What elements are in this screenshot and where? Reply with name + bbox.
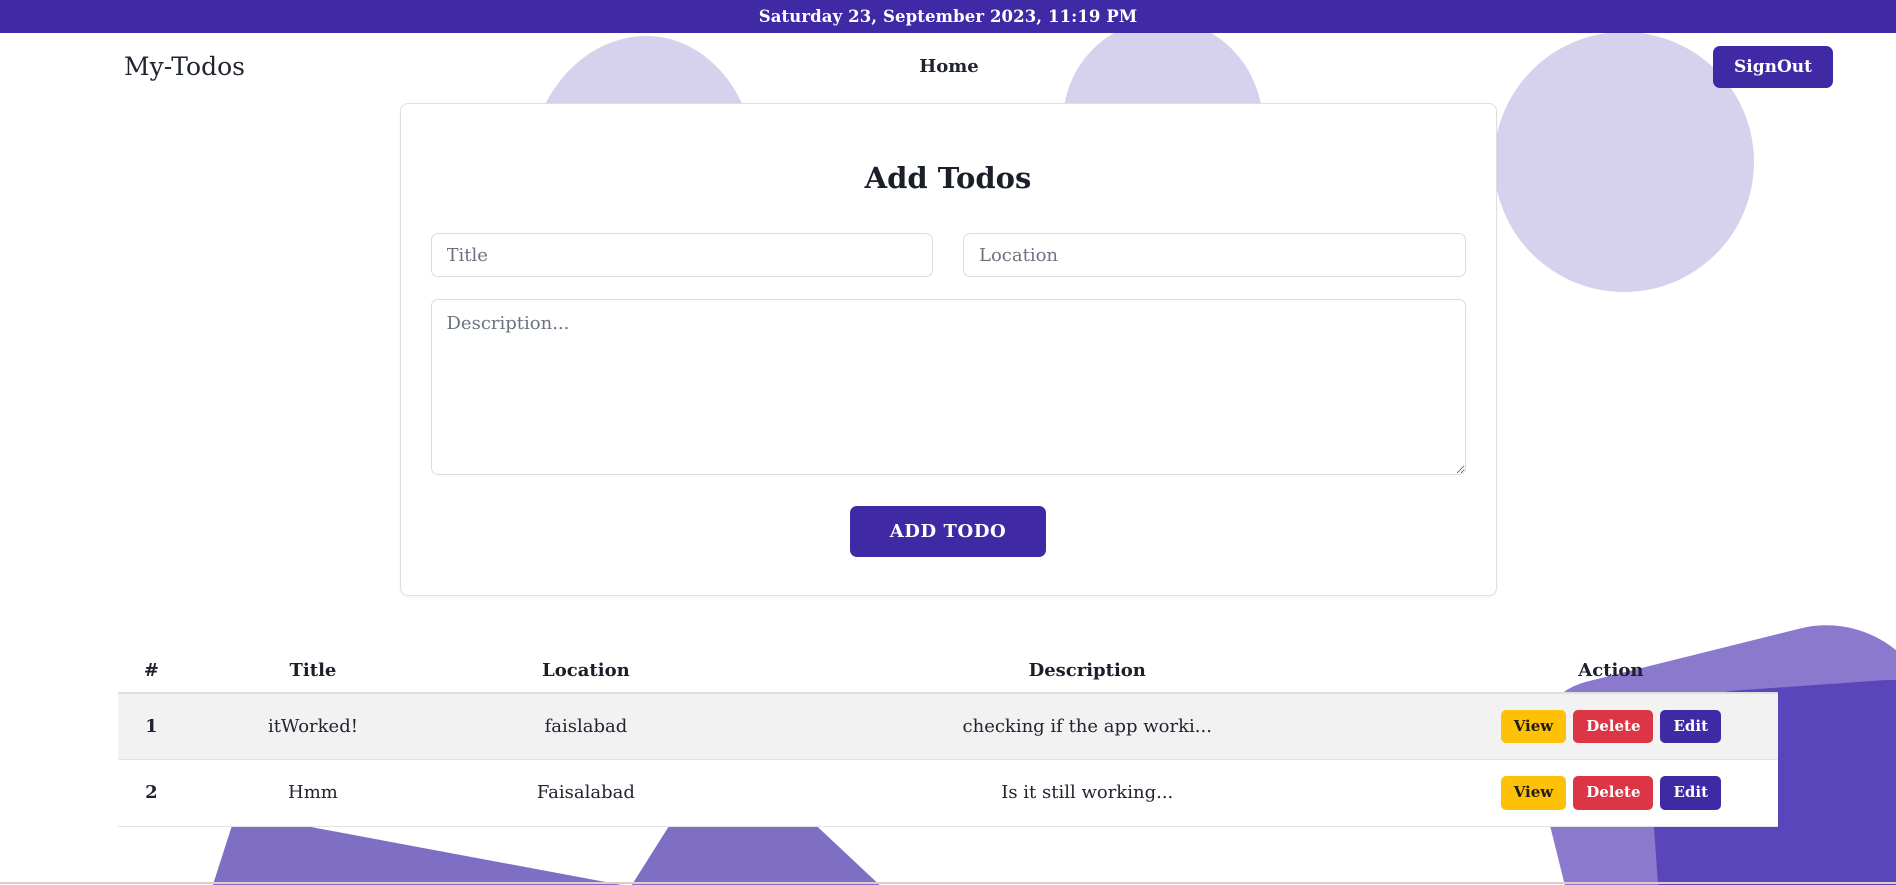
submit-row: ADD TODO xyxy=(417,506,1480,557)
table-row: 1 itWorked! faislabad checking if the ap… xyxy=(118,693,1778,761)
row-actions: View Delete Edit xyxy=(1443,759,1778,827)
row-location: faislabad xyxy=(441,693,731,761)
table-header-row: # Title Location Description Action xyxy=(118,649,1778,694)
current-date-text: Saturday 23, September 2023, 11:19 PM xyxy=(758,7,1138,26)
row-location: Faisalabad xyxy=(441,759,731,827)
input-row xyxy=(417,233,1480,277)
add-todo-card: Add Todos ADD TODO xyxy=(399,103,1497,596)
edit-button[interactable]: Edit xyxy=(1660,776,1722,810)
description-textarea[interactable] xyxy=(430,299,1466,475)
table-header-action: Action xyxy=(1443,649,1778,694)
table-row: 2 Hmm Faisalabad Is it still working... … xyxy=(118,759,1778,827)
view-button[interactable]: View xyxy=(1500,776,1567,810)
delete-button[interactable]: Delete xyxy=(1573,776,1654,810)
table-body: 1 itWorked! faislabad checking if the ap… xyxy=(118,693,1778,827)
todos-table-wrapper: # Title Location Description Action 1 it… xyxy=(118,649,1778,827)
row-title: Hmm xyxy=(184,759,442,827)
edit-button[interactable]: Edit xyxy=(1660,710,1722,744)
row-actions: View Delete Edit xyxy=(1443,693,1778,761)
table-header-location: Location xyxy=(441,649,731,694)
navbar: My-Todos Home SignOut xyxy=(0,33,1896,100)
row-description: Is it still working... xyxy=(730,759,1444,827)
row-index: 1 xyxy=(118,693,185,761)
row-index: 2 xyxy=(118,759,185,827)
row-description: checking if the app worki... xyxy=(730,693,1444,761)
signout-button[interactable]: SignOut xyxy=(1712,45,1833,88)
view-button[interactable]: View xyxy=(1500,710,1567,744)
table-header-title: Title xyxy=(184,649,442,694)
table-head: # Title Location Description Action xyxy=(118,649,1778,694)
description-wrapper xyxy=(417,299,1480,479)
action-button-group: View Delete Edit xyxy=(1450,710,1772,744)
delete-button[interactable]: Delete xyxy=(1573,710,1654,744)
app-root: Saturday 23, September 2023, 11:19 PM My… xyxy=(0,0,1896,885)
add-todo-button[interactable]: ADD TODO xyxy=(849,506,1047,557)
location-input[interactable] xyxy=(963,233,1466,277)
table-header-description: Description xyxy=(730,649,1444,694)
date-bar: Saturday 23, September 2023, 11:19 PM xyxy=(0,0,1896,33)
table-header-index: # xyxy=(118,649,185,694)
title-input[interactable] xyxy=(430,233,933,277)
todos-table: # Title Location Description Action 1 it… xyxy=(118,649,1778,827)
bottom-divider xyxy=(0,882,1896,884)
card-title: Add Todos xyxy=(864,161,1032,195)
row-title: itWorked! xyxy=(184,693,442,761)
nav-link-home[interactable]: Home xyxy=(919,56,979,77)
action-button-group: View Delete Edit xyxy=(1450,776,1772,810)
nav-links: Home xyxy=(185,56,1713,77)
